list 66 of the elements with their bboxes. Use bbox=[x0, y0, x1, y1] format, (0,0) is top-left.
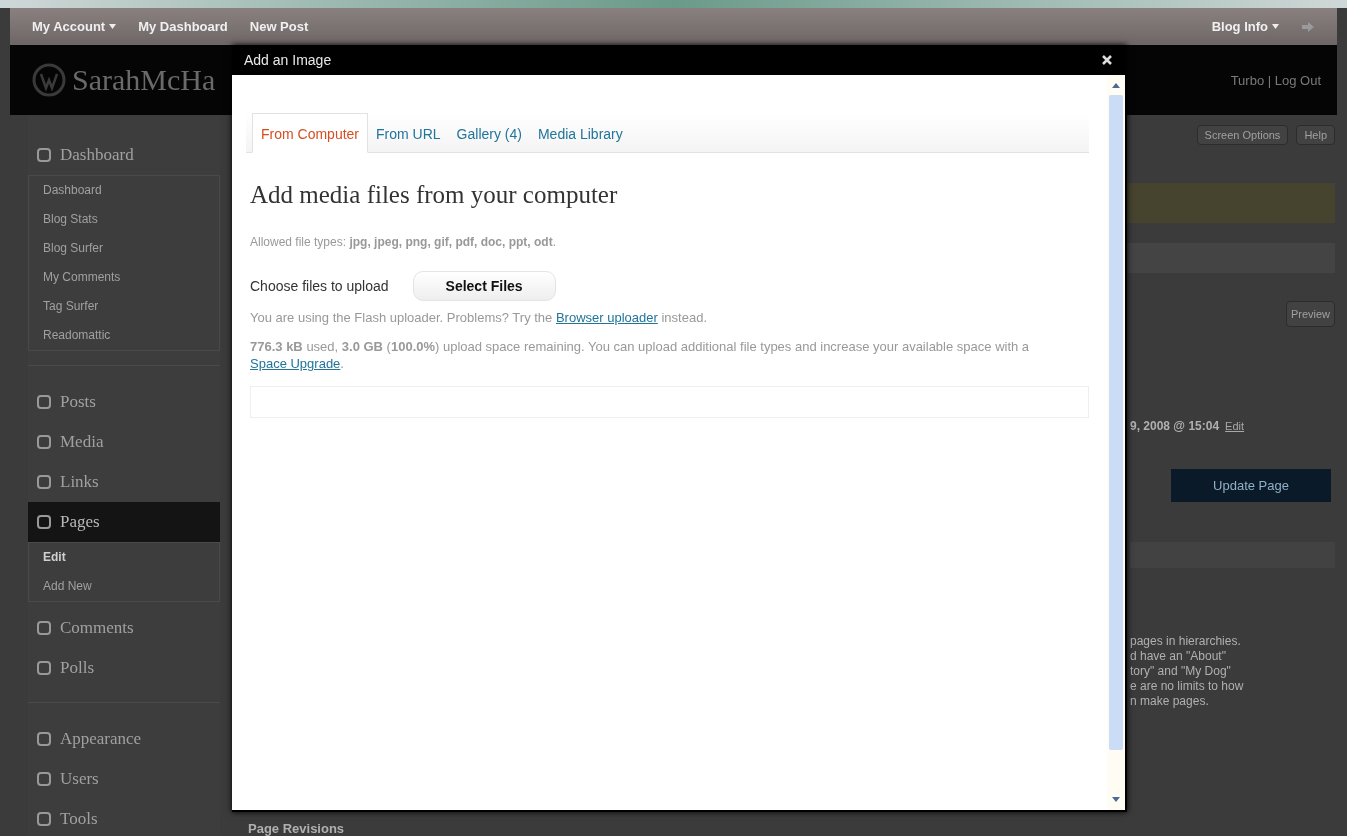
tile-icon bbox=[36, 811, 52, 827]
upload-space-note: 776.3 kB used, 3.0 GB (100.0%) upload space remaining. You can upload additional file types and increase your available space with a Space Upgrade. bbox=[250, 338, 1031, 372]
help-text: n make pages. bbox=[1130, 694, 1210, 709]
help-text: tory" and "My Dog" bbox=[1130, 664, 1232, 679]
submenu-item[interactable]: Blog Surfer bbox=[29, 234, 219, 263]
sidebar-item[interactable]: Dashboard bbox=[28, 135, 220, 175]
tile-icon bbox=[36, 434, 52, 450]
admin-bar-link[interactable]: New Post bbox=[249, 19, 309, 34]
sidebar-item[interactable]: Users bbox=[28, 759, 220, 799]
submenu-item[interactable]: Tag Surfer bbox=[29, 292, 219, 321]
browser-uploader-link[interactable]: Browser uploader bbox=[555, 310, 658, 325]
sidebar-item[interactable]: Posts bbox=[28, 382, 220, 422]
site-title[interactable]: SarahMcHa bbox=[72, 63, 216, 97]
scrollbar-thumb[interactable] bbox=[1109, 95, 1123, 750]
submenu-item[interactable]: Readomattic bbox=[29, 321, 219, 350]
submenu-item[interactable]: Blog Stats bbox=[29, 205, 219, 234]
tab[interactable]: From Computer bbox=[252, 113, 369, 153]
tile-icon bbox=[36, 771, 52, 787]
tile-icon bbox=[36, 660, 52, 676]
sidebar-item[interactable]: Comments bbox=[28, 608, 220, 648]
edit-link[interactable]: Edit bbox=[1225, 420, 1245, 432]
help-text: e are no limits to how bbox=[1130, 679, 1245, 694]
help-button[interactable]: Help bbox=[1296, 125, 1335, 145]
help-text: d have an "About" bbox=[1130, 649, 1227, 664]
screen-options-button[interactable]: Screen Options bbox=[1196, 125, 1289, 145]
update-page-button[interactable]: Update Page bbox=[1171, 469, 1331, 502]
dialog-title: Add an Image bbox=[244, 52, 332, 68]
help-text: pages in hierarchies. bbox=[1130, 634, 1242, 649]
caret-icon[interactable] bbox=[109, 24, 117, 29]
admin-bar-link[interactable]: My Dashboard bbox=[138, 19, 228, 34]
logo-icon bbox=[32, 63, 66, 97]
sidebar-item[interactable]: Media bbox=[28, 422, 220, 462]
tile-icon bbox=[36, 514, 52, 530]
tab[interactable]: From URL bbox=[368, 113, 449, 152]
admin-bar-link[interactable]: My Account bbox=[32, 19, 106, 34]
submenu-item[interactable]: Add New bbox=[29, 572, 219, 601]
sidebar-item[interactable]: Appearance bbox=[28, 719, 220, 759]
scrollbar[interactable] bbox=[1107, 75, 1125, 810]
tab[interactable]: Gallery (4) bbox=[448, 113, 530, 152]
select-files-button[interactable]: Select Files bbox=[412, 271, 556, 301]
close-icon[interactable] bbox=[1101, 54, 1113, 66]
uploader-note: You are using the Flash uploader. Problems? Try the Browser uploader instead. bbox=[250, 309, 708, 326]
allowed-file-types: Allowed file types: jpg, jpeg, png, gif, pdf, doc, ppt, odt. bbox=[250, 235, 558, 249]
tab[interactable]: Media Library bbox=[529, 113, 631, 152]
tile-icon bbox=[36, 474, 52, 490]
tile-icon bbox=[36, 147, 52, 163]
page-revisions-heading: Page Revisions bbox=[248, 821, 345, 836]
submenu-item[interactable]: My Comments bbox=[29, 263, 219, 292]
tile-icon bbox=[36, 620, 52, 636]
sidebar-item[interactable]: Links bbox=[28, 462, 220, 502]
tile-icon bbox=[36, 731, 52, 747]
submenu-item[interactable]: Edit bbox=[29, 543, 219, 572]
dialog-heading: Add media files from your computer bbox=[250, 181, 619, 209]
caret-icon[interactable] bbox=[1272, 24, 1279, 29]
tile-icon bbox=[36, 394, 52, 410]
choose-files-label: Choose files to upload bbox=[250, 278, 389, 294]
sidebar-item[interactable]: Pages bbox=[28, 502, 220, 542]
sidebar-item[interactable]: Tools bbox=[28, 799, 220, 836]
publish-date: 9, 2008 @ 15:04 bbox=[1130, 419, 1220, 433]
header-links[interactable]: Turbo | Log Out bbox=[1230, 72, 1321, 88]
submenu-item[interactable]: Dashboard bbox=[29, 176, 219, 205]
down-arrow-icon[interactable] bbox=[1111, 796, 1121, 804]
admin-bar-link[interactable]: Blog Info bbox=[1211, 19, 1268, 34]
up-arrow-icon[interactable] bbox=[1111, 81, 1121, 89]
sidebar-item[interactable]: Polls bbox=[28, 648, 220, 688]
preview-button[interactable]: Preview bbox=[1285, 301, 1335, 327]
